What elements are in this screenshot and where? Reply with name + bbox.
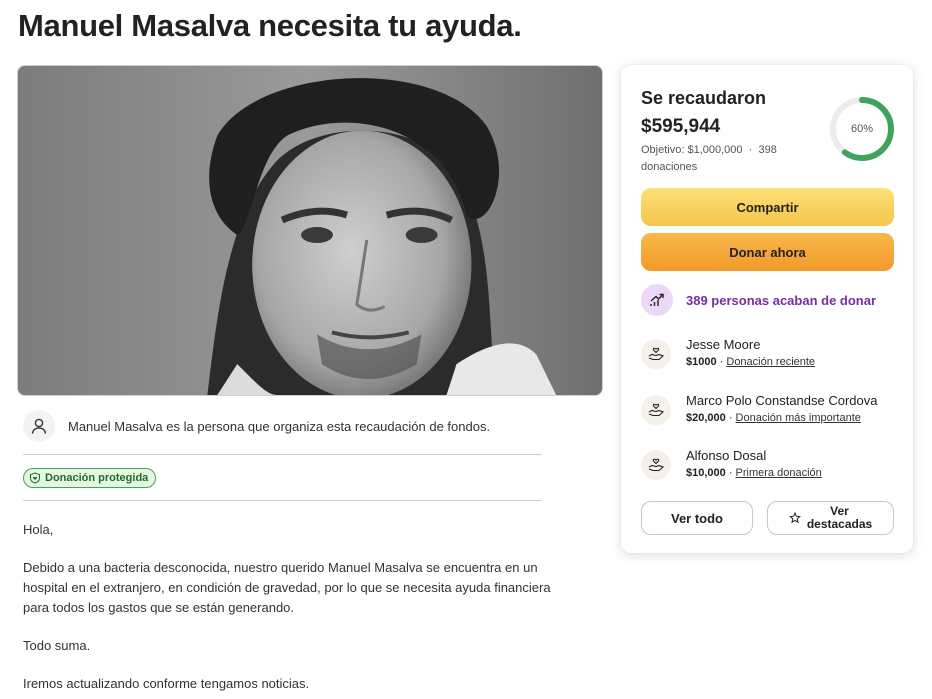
hand-heart-icon xyxy=(641,339,671,369)
separator: · xyxy=(716,356,727,368)
donor-amount: $20,000 xyxy=(686,412,726,424)
user-icon xyxy=(23,410,55,442)
donor-tag[interactable]: Primera donación xyxy=(736,467,822,479)
donor-tag[interactable]: Donación reciente xyxy=(726,356,815,368)
hand-heart-icon xyxy=(641,395,671,425)
donor-item: Marco Polo Constandse Cordova $20,000 · … xyxy=(641,393,901,427)
goal-line: Objetivo: $1,000,000 · 398 donaciones xyxy=(641,142,806,176)
see-featured-button[interactable]: Ver destacadas xyxy=(767,501,894,535)
donor-meta: $1000 · Donación reciente xyxy=(686,356,815,368)
raised-label: Se recaudaron xyxy=(641,88,767,108)
donor-amount: $1000 xyxy=(686,356,717,368)
divider xyxy=(23,500,542,501)
see-all-button[interactable]: Ver todo xyxy=(641,501,753,535)
story-paragraph: Iremos actualizando conforme tengamos no… xyxy=(23,676,310,691)
star-icon xyxy=(788,512,801,524)
donation-card: Se recaudaron $595,944 Objetivo: $1,000,… xyxy=(621,65,913,553)
story-paragraph: Debido a una bacteria desconocida, nuest… xyxy=(23,560,551,615)
organizer-text: Manuel Masalva es la persona que organiz… xyxy=(68,418,491,434)
story-paragraph: Hola, xyxy=(23,522,54,537)
see-featured-label: Ver destacadas xyxy=(806,504,873,531)
separator: · xyxy=(725,467,736,479)
share-button[interactable]: Compartir xyxy=(641,188,894,226)
donate-button[interactable]: Donar ahora xyxy=(641,233,894,271)
donor-amount: $10,000 xyxy=(686,467,726,479)
donor-meta: $10,000 · Primera donación xyxy=(686,467,822,479)
donor-tag[interactable]: Donación más importante xyxy=(736,412,861,424)
separator: · xyxy=(725,412,736,424)
divider xyxy=(23,454,542,455)
progress-label: 60% xyxy=(850,123,874,135)
donor-meta: $20,000 · Donación más importante xyxy=(686,412,861,424)
donor-item: Jesse Moore $1000 · Donación reciente xyxy=(641,337,901,371)
recent-donations-row[interactable]: 389 personas acaban de donar xyxy=(641,284,901,316)
raised-amount: $595,944 xyxy=(641,116,721,137)
campaign-photo xyxy=(17,65,603,396)
shield-heart-icon xyxy=(29,472,41,484)
goal-text: Objetivo: $1,000,000 xyxy=(641,144,743,156)
separator: · xyxy=(748,144,753,156)
trending-up-icon xyxy=(641,284,673,316)
donor-name: Alfonso Dosal xyxy=(686,448,767,463)
donor-item: Alfonso Dosal $10,000 · Primera donación xyxy=(641,448,901,482)
badge-label: Donación protegida xyxy=(45,472,149,484)
story-text: Hola, Debido a una bacteria desconocida,… xyxy=(23,520,553,699)
story-paragraph: Todo suma. xyxy=(23,638,91,653)
donor-name: Jesse Moore xyxy=(686,337,761,352)
hand-heart-icon xyxy=(641,450,671,480)
donor-name: Marco Polo Constandse Cordova xyxy=(686,393,878,408)
page-title: Manuel Masalva necesita tu ayuda. xyxy=(18,8,522,43)
recent-donations-text: 389 personas acaban de donar xyxy=(686,292,877,308)
protected-donation-badge[interactable]: Donación protegida xyxy=(23,468,157,488)
organizer-row: Manuel Masalva es la persona que organiz… xyxy=(23,409,543,443)
